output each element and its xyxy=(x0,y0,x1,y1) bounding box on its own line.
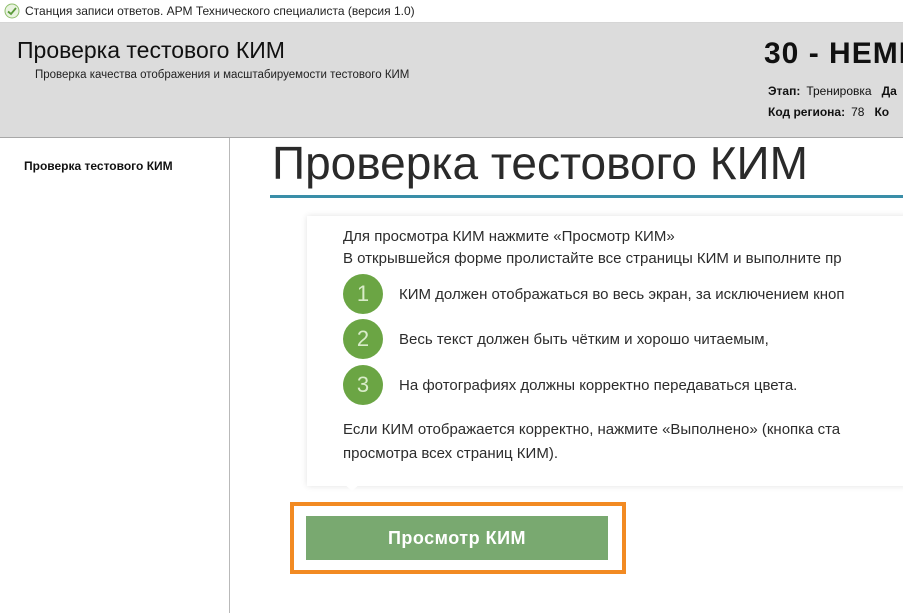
stage-label: Этап: xyxy=(768,84,801,98)
step-number-badge: 3 xyxy=(343,365,383,405)
title-underline xyxy=(270,195,903,198)
step-number-badge: 1 xyxy=(343,274,383,314)
step-item: 3 На фотографиях должны корректно переда… xyxy=(343,365,797,405)
intro-line-2: В открывшейся форме пролистайте все стра… xyxy=(343,250,842,267)
header-subtitle: Проверка качества отображения и масштаби… xyxy=(35,69,410,81)
step-number-badge: 2 xyxy=(343,319,383,359)
instructions-card: Для просмотра КИМ нажмите «Просмотр КИМ»… xyxy=(307,216,903,486)
page-title: Проверка тестового КИМ xyxy=(272,137,808,189)
stage-info: Этап: Тренировка Да xyxy=(768,84,897,98)
step-text: КИМ должен отображаться во весь экран, з… xyxy=(399,285,845,303)
view-kim-button[interactable]: Просмотр КИМ xyxy=(306,516,608,560)
step-item: 2 Весь текст должен быть чётким и хорошо… xyxy=(343,319,769,359)
date-label: Да xyxy=(881,84,897,98)
exam-title: 30 - НЕМЕ xyxy=(764,37,903,70)
app-window: Станция записи ответов. АРМ Технического… xyxy=(0,0,903,613)
sidebar: Проверка тестового КИМ xyxy=(0,138,230,613)
intro-line-1: Для просмотра КИМ нажмите «Просмотр КИМ» xyxy=(343,228,675,245)
header: Проверка тестового КИМ Проверка качества… xyxy=(0,23,903,138)
code-label: Ко xyxy=(874,105,890,119)
header-title: Проверка тестового КИМ xyxy=(17,37,285,63)
window-title: Станция записи ответов. АРМ Технического… xyxy=(25,4,415,18)
step-item: 1 КИМ должен отображаться во весь экран,… xyxy=(343,274,844,314)
title-bar[interactable]: Станция записи ответов. АРМ Технического… xyxy=(0,0,903,23)
outro-line-1: Если КИМ отображается корректно, нажмите… xyxy=(343,421,841,438)
region-info: Код региона: 78 Ко xyxy=(768,105,889,119)
region-label: Код региона: xyxy=(768,105,846,119)
region-value: 78 xyxy=(851,105,865,119)
step-text: На фотографиях должны корректно передава… xyxy=(399,376,798,394)
stage-value: Тренировка xyxy=(806,84,872,98)
card-pointer xyxy=(343,483,361,491)
main-content: Проверка тестового КИМ Для просмотра КИМ… xyxy=(231,138,903,613)
outro-line-2: просмотра всех страниц КИМ). xyxy=(343,445,558,462)
sidebar-item-kim-check[interactable]: Проверка тестового КИМ xyxy=(24,159,173,173)
step-text: Весь текст должен быть чётким и хорошо ч… xyxy=(399,330,769,348)
pen-check-icon xyxy=(4,3,20,19)
